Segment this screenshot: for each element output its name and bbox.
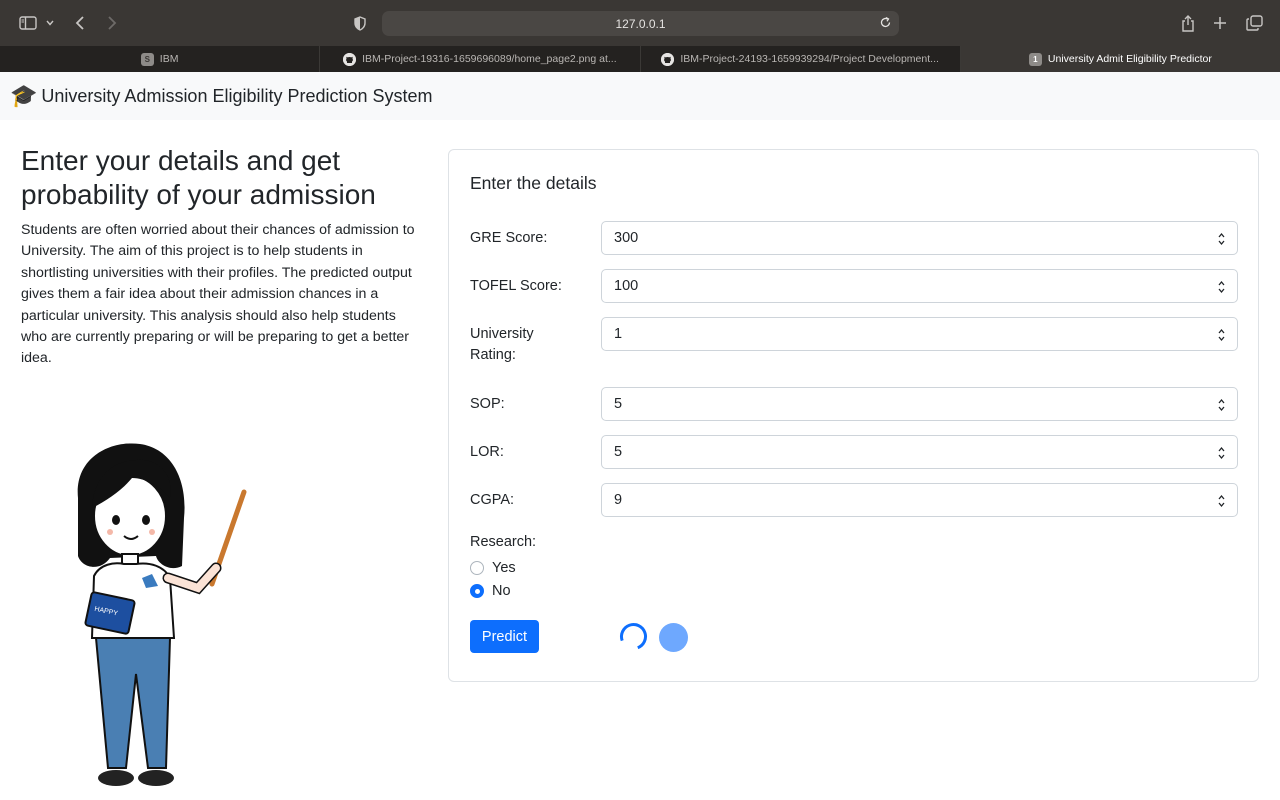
research-no-radio[interactable]: No [470, 583, 511, 599]
chevron-down-icon[interactable] [44, 11, 56, 35]
new-tab-icon[interactable] [1212, 11, 1228, 35]
loading-spinner-icon [620, 623, 647, 650]
cgpa-label: CGPA: [470, 492, 515, 508]
back-icon[interactable] [72, 11, 88, 35]
lor-value: 5 [614, 444, 623, 460]
address-bar[interactable]: 127.0.0.1 [382, 11, 899, 36]
intro-heading: Enter your details and get probability o… [21, 145, 376, 210]
details-form-card: Enter the details GRE Score: 300 TOFEL S… [448, 149, 1259, 682]
tab-github-19316[interactable]: IBM-Project-19316-1659696089/home_page2.… [320, 46, 641, 72]
cgpa-input[interactable]: 9 [601, 483, 1238, 517]
number-stepper-icon[interactable] [1218, 446, 1225, 460]
gre-score-label: GRE Score: [470, 230, 548, 246]
lor-input[interactable]: 5 [601, 435, 1238, 469]
research-yes-radio[interactable]: Yes [470, 560, 516, 576]
browser-toolbar: 127.0.0.1 [0, 0, 1280, 46]
tofel-score-label: TOFEL Score: [470, 278, 562, 294]
tab-github-24193[interactable]: IBM-Project-24193-1659939294/Project Dev… [641, 46, 961, 72]
research-label: Research: [470, 534, 537, 550]
university-rating-label: University Rating: [470, 326, 534, 363]
sidebar-toggle-icon[interactable] [18, 11, 38, 35]
share-icon[interactable] [1180, 11, 1196, 35]
navbar: 🎓 University Admission Eligibility Predi… [0, 72, 1280, 120]
university-rating-input[interactable]: 1 [601, 317, 1238, 351]
tofel-score-value: 100 [614, 278, 639, 294]
gre-score-value: 300 [614, 230, 639, 246]
research-no-label: No [492, 583, 511, 599]
radio-unchecked-icon[interactable] [470, 561, 484, 575]
sop-input[interactable]: 5 [601, 387, 1238, 421]
tab-university-predictor[interactable]: 1 University Admit Eligibility Predictor [960, 46, 1280, 72]
number-stepper-icon[interactable] [1218, 232, 1225, 246]
url-text: 127.0.0.1 [615, 16, 666, 31]
number-stepper-icon[interactable] [1218, 328, 1225, 342]
s-favicon-icon: S [140, 52, 154, 66]
predict-button[interactable]: Predict [470, 620, 539, 653]
intro-section: Enter your details and get probability o… [21, 144, 423, 370]
github-icon [661, 52, 675, 66]
tab-label: IBM-Project-19316-1659696089/home_page2.… [362, 53, 617, 65]
university-rating-value: 1 [614, 326, 623, 342]
form-title: Enter the details [470, 173, 597, 193]
teacher-girl-illustration: HAPPY [77, 443, 247, 786]
navbar-brand[interactable]: University Admission Eligibility Predict… [41, 86, 432, 107]
tab-bar: S IBM IBM-Project-19316-1659696089/home_… [0, 46, 1280, 72]
reload-icon[interactable] [879, 16, 892, 32]
number-stepper-icon[interactable] [1218, 280, 1225, 294]
gre-score-input[interactable]: 300 [601, 221, 1238, 255]
tofel-score-input[interactable]: 100 [601, 269, 1238, 303]
tab-number-favicon-icon: 1 [1028, 52, 1042, 66]
cgpa-value: 9 [614, 492, 623, 508]
tab-label: IBM-Project-24193-1659939294/Project Dev… [680, 53, 939, 65]
github-icon [343, 52, 357, 66]
forward-icon[interactable] [104, 11, 120, 35]
number-stepper-icon[interactable] [1218, 398, 1225, 412]
radio-checked-icon[interactable] [470, 584, 484, 598]
tab-overview-icon[interactable] [1245, 11, 1263, 35]
number-stepper-icon[interactable] [1218, 494, 1225, 508]
shield-icon[interactable] [352, 11, 368, 35]
research-yes-label: Yes [492, 560, 516, 576]
tab-label: University Admit Eligibility Predictor [1047, 53, 1212, 65]
sop-value: 5 [614, 396, 623, 412]
sop-label: SOP: [470, 396, 505, 412]
tab-ibm[interactable]: S IBM [0, 46, 321, 72]
graduation-cap-icon: 🎓 [10, 83, 38, 108]
loading-grow-icon [659, 623, 688, 652]
tab-label: IBM [159, 53, 179, 65]
lor-label: LOR: [470, 444, 504, 460]
intro-text: Students are often worried about their c… [21, 222, 415, 367]
